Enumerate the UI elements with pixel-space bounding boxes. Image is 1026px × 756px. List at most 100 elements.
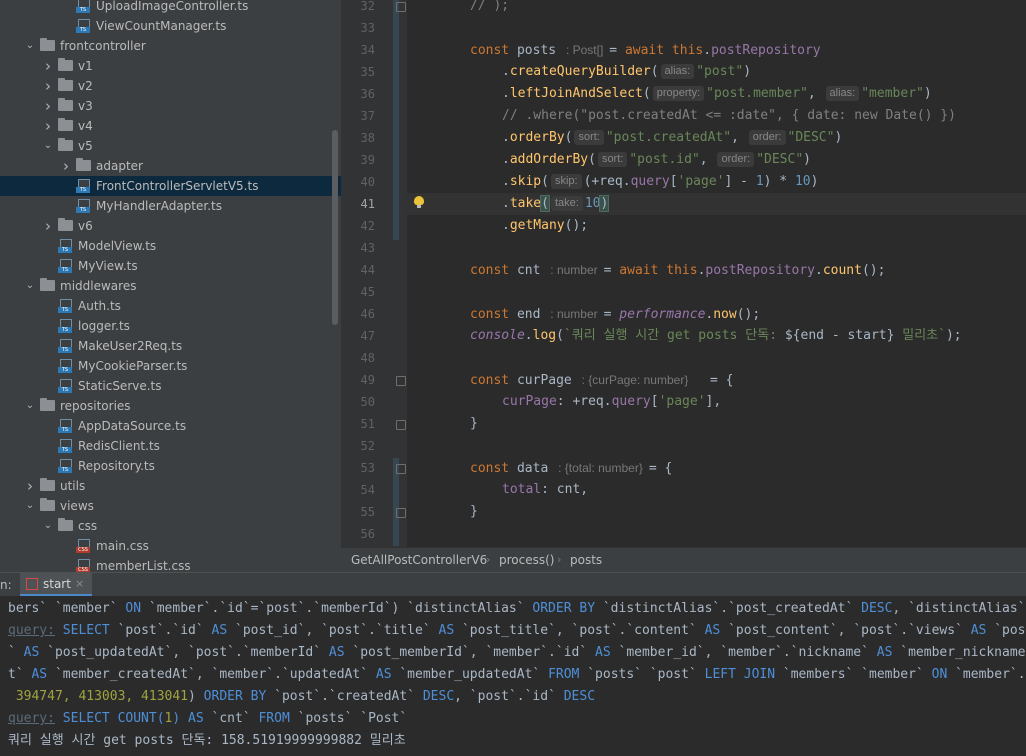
console-token: AS [375, 667, 392, 682]
tree-item[interactable]: TS MyHandlerAdapter.ts [0, 196, 341, 216]
breadcrumb-item[interactable]: GetAllPostControllerV6 [351, 548, 487, 572]
console-line: query: SELECT `post`.`id` AS `post_id`, … [8, 620, 1026, 642]
tree-item[interactable]: TS UploadImageController.ts [0, 0, 341, 16]
chevron-down-icon[interactable]: ⌄ [24, 276, 36, 296]
console-token: `cnt` [203, 711, 259, 726]
fold-marker-icon[interactable] [396, 420, 406, 430]
tree-item[interactable]: TS FrontControllerServletV5.ts [0, 176, 341, 196]
folder-icon [40, 478, 55, 491]
query-link[interactable]: query: [8, 623, 55, 638]
parameter-hint: property: [652, 86, 705, 101]
line-number: 52 [360, 439, 375, 453]
code-token: curPage [516, 373, 580, 388]
typescript-file-icon: TS [58, 239, 72, 253]
console-token: ) AS [172, 711, 204, 726]
project-tree[interactable]: TS UploadImageController.ts TS ViewCountMan… [0, 0, 341, 572]
code-token: query [630, 174, 670, 189]
tree-item[interactable]: TS RedisClient.ts [0, 436, 341, 456]
code-token: const [470, 307, 517, 322]
tree-item[interactable]: › v4 [0, 116, 341, 136]
close-icon[interactable]: × [75, 573, 84, 595]
tree-item[interactable]: TS Auth.ts [0, 296, 341, 316]
typescript-file-icon: TS [58, 339, 72, 353]
chevron-down-icon[interactable]: ⌄ [42, 516, 54, 536]
code-token: ) [834, 130, 843, 145]
fold-marker-icon[interactable] [396, 376, 406, 386]
code-editor[interactable]: 32 33 34 35 36 37 38 39 40 41 42 43 44 45 46 47 48 49 50 51… [341, 0, 1026, 547]
tree-item[interactable]: TS MyView.ts [0, 256, 341, 276]
tree-item-label: main.css [96, 539, 149, 553]
chevron-right-icon[interactable]: › [42, 56, 54, 76]
fold-marker-icon[interactable] [396, 464, 406, 474]
chevron-down-icon[interactable]: ⌄ [24, 36, 36, 56]
console-token: 쿼리 실행 시간 get posts 단독: 158.5191999999988… [8, 733, 406, 748]
code-token: ) [743, 64, 752, 79]
tree-item[interactable]: ⌄ css [0, 516, 341, 536]
parameter-hint: skip: [550, 174, 582, 189]
tree-item[interactable]: › adapter [0, 156, 341, 176]
query-link[interactable]: query: [8, 711, 55, 726]
code-token: const [470, 43, 517, 58]
tree-item[interactable]: TS Repository.ts [0, 456, 341, 476]
breadcrumb-item[interactable]: posts [570, 548, 602, 572]
run-label-prefix: n: [0, 578, 12, 592]
tree-item[interactable]: TS ModelView.ts [0, 236, 341, 256]
tree-item[interactable]: ⌄ v5 [0, 136, 341, 156]
tree-item[interactable]: TS MakeUser2Req.ts [0, 336, 341, 356]
tree-item[interactable]: TS ViewCountManager.ts [0, 16, 341, 36]
lightbulb-icon[interactable] [414, 196, 424, 208]
code-token: console [470, 328, 525, 343]
line-number: 56 [360, 527, 375, 541]
chevron-right-icon[interactable]: › [42, 96, 54, 116]
code-token: "post.createdAt" [605, 130, 732, 145]
tree-item[interactable]: › v2 [0, 76, 341, 96]
tree-item[interactable]: TS logger.ts [0, 316, 341, 336]
console-token: FROM [258, 711, 290, 726]
tree-item[interactable]: TS StaticServe.ts [0, 376, 341, 396]
tree-item[interactable]: ⌄ middlewares [0, 276, 341, 296]
tree-item[interactable]: ⌄ repositories [0, 396, 341, 416]
typescript-file-icon: TS [58, 299, 72, 313]
tree-item[interactable]: › v1 [0, 56, 341, 76]
tree-item-label: css [78, 519, 98, 533]
code-token: leftJoinAndSelect [509, 86, 643, 101]
line-number: 43 [360, 241, 375, 255]
tree-item[interactable]: › v6 [0, 216, 341, 236]
tree-item-label: AppDataSource.ts [78, 419, 187, 433]
chevron-right-icon[interactable]: › [60, 156, 72, 176]
code-token: . [502, 130, 510, 145]
console-token: AS [31, 667, 48, 682]
console-token: t` [8, 667, 32, 682]
tree-item[interactable]: CSS memberList.css [0, 556, 341, 572]
tree-item[interactable]: ⌄ views [0, 496, 341, 516]
tree-scrollbar[interactable] [332, 130, 338, 325]
chevron-right-icon[interactable]: › [42, 216, 54, 236]
tree-item[interactable]: › v3 [0, 96, 341, 116]
console-line: bers` `member` ON `member`.`id`=`post`.`… [8, 598, 1026, 620]
tree-item[interactable]: TS AppDataSource.ts [0, 416, 341, 436]
run-console-output[interactable]: bers` `member` ON `member`.`id`=`post`.`… [0, 596, 1026, 756]
chevron-down-icon[interactable]: ⌄ [42, 136, 54, 156]
console-token: `member_createdAt`, `member`.`updatedAt` [47, 667, 376, 682]
parameter-hint: : number [550, 263, 598, 277]
code-line: .getMany(); [502, 215, 588, 237]
tree-item[interactable]: › utils [0, 476, 341, 496]
chevron-right-icon[interactable]: › [42, 76, 54, 96]
tree-item[interactable]: CSS main.css [0, 536, 341, 556]
line-number: 40 [360, 175, 375, 189]
folder-icon [58, 58, 73, 71]
tab-start[interactable]: start × [20, 573, 92, 597]
tree-item[interactable]: TS MyCookieParser.ts [0, 356, 341, 376]
chevron-down-icon[interactable]: ⌄ [24, 396, 36, 416]
code-token: . [502, 196, 510, 211]
chevron-right-icon[interactable]: › [42, 116, 54, 136]
fold-marker-icon[interactable] [396, 508, 406, 518]
chevron-right-icon[interactable]: › [24, 476, 36, 496]
tree-item[interactable]: ⌄ frontcontroller [0, 36, 341, 56]
fold-marker-icon[interactable] [396, 2, 406, 12]
code-token: ] - [724, 174, 756, 189]
line-number: 38 [360, 131, 375, 145]
breadcrumb-item[interactable]: process() [499, 548, 554, 572]
console-token: `distinctAlias`.`post_createdAt` [595, 601, 862, 616]
chevron-down-icon[interactable]: ⌄ [24, 496, 36, 516]
